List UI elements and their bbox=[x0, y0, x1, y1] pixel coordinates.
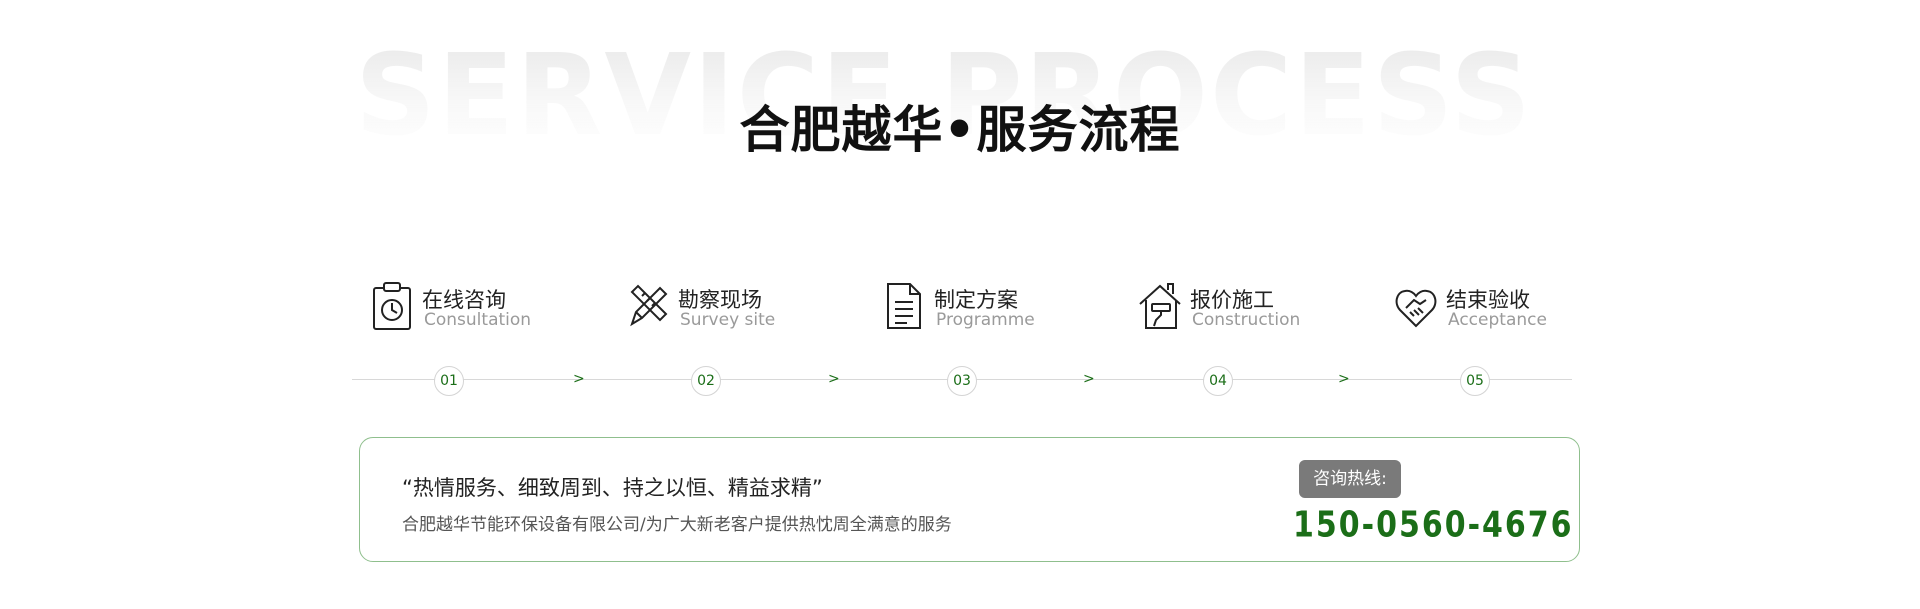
chevron-right-icon: > bbox=[1338, 371, 1350, 387]
service-process-section: SERVICE PROCESS 合肥越华•服务流程 在线咨询 Consultat… bbox=[0, 0, 1920, 609]
chevron-right-icon: > bbox=[1083, 371, 1095, 387]
heart-handshake-icon bbox=[1395, 289, 1437, 328]
step-consultation: 在线咨询 Consultation bbox=[370, 280, 590, 340]
hotline-phone-number[interactable]: 150-0560-4676 bbox=[1293, 504, 1574, 546]
chevron-right-icon: > bbox=[573, 371, 585, 387]
step-number-badge: 05 bbox=[1460, 366, 1490, 396]
document-icon bbox=[887, 283, 921, 329]
step-number-badge: 03 bbox=[947, 366, 977, 396]
company-description: 合肥越华节能环保设备有限公司/为广大新老客户提供热忱周全满意的服务 bbox=[402, 515, 952, 535]
chevron-right-icon: > bbox=[828, 371, 840, 387]
contact-box: “热情服务、细致周到、持之以恒、精益求精” 合肥越华节能环保设备有限公司/为广大… bbox=[359, 437, 1580, 562]
pencil-ruler-icon bbox=[630, 284, 668, 327]
step-subtitle: Consultation bbox=[424, 310, 532, 330]
step-number-badge: 02 bbox=[691, 366, 721, 396]
step-subtitle: Programme bbox=[936, 310, 1035, 330]
step-subtitle: Acceptance bbox=[1448, 310, 1547, 330]
step-number-badge: 04 bbox=[1203, 366, 1233, 396]
hotline-label-badge: 咨询热线: bbox=[1299, 460, 1401, 498]
step-programme: 制定方案 Programme bbox=[882, 280, 1102, 340]
step-construction: 报价施工 Construction bbox=[1138, 280, 1358, 340]
slogan-text: “热情服务、细致周到、持之以恒、精益求精” bbox=[402, 476, 823, 500]
step-acceptance: 结束验收 Acceptance bbox=[1394, 280, 1614, 340]
clipboard-clock-icon bbox=[373, 282, 411, 330]
step-survey-site: 勘察现场 Survey site bbox=[626, 280, 846, 340]
house-paint-roller-icon bbox=[1139, 283, 1181, 329]
step-subtitle: Survey site bbox=[680, 310, 776, 330]
step-number-badge: 01 bbox=[434, 366, 464, 396]
step-subtitle: Construction bbox=[1192, 310, 1301, 330]
section-title: 合肥越华•服务流程 bbox=[739, 101, 1181, 159]
